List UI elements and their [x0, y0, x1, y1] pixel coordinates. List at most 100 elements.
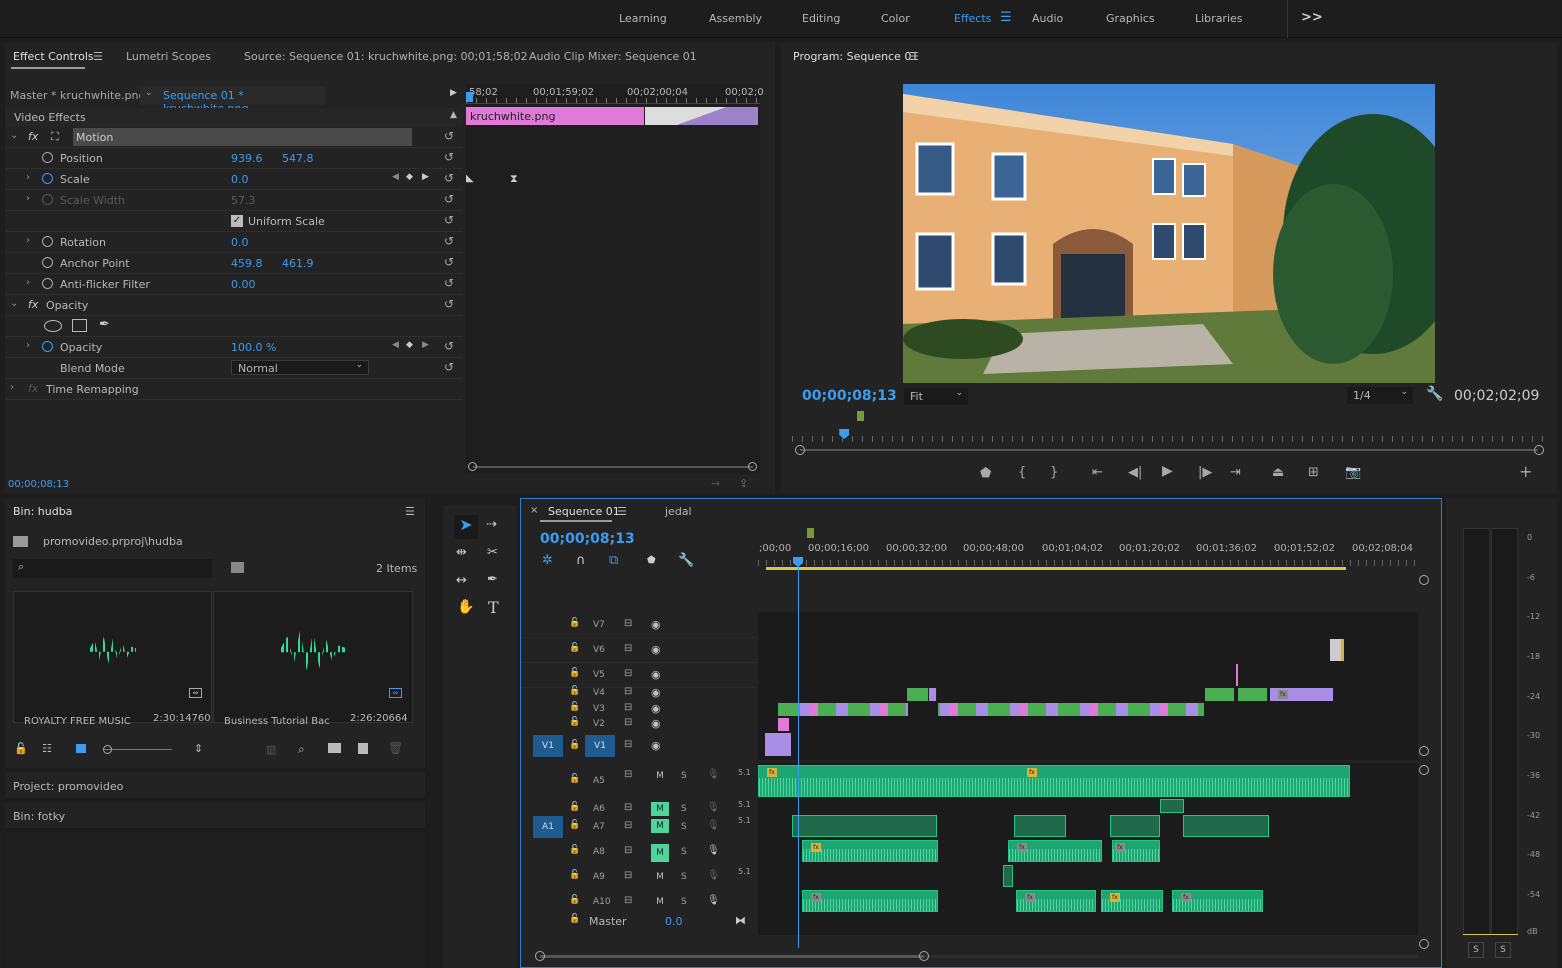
solo-button[interactable]: S [681, 872, 687, 882]
new-item-icon[interactable] [358, 743, 368, 754]
add-keyframe-icon[interactable]: ◆ [406, 340, 413, 350]
button-editor-plus-icon[interactable]: + [1519, 464, 1532, 480]
reset-icon[interactable]: ↺ [444, 276, 454, 290]
time-remapping-row[interactable]: › fx Time Remapping [6, 379, 462, 400]
sync-lock-icon[interactable]: ⊟ [624, 769, 632, 780]
source-patch-v1[interactable]: V1 [533, 735, 563, 757]
timeline-hscroll-thumb[interactable] [540, 955, 924, 958]
meter-solo-right-button[interactable]: S [1495, 942, 1511, 958]
sync-lock-icon[interactable]: ⊟ [624, 618, 632, 629]
track-header-v2[interactable]: 🔓 V2 ⊟ ◉ [521, 717, 757, 732]
anchor-y-value[interactable]: 461.9 [282, 257, 314, 270]
reset-icon[interactable]: ↺ [444, 192, 454, 206]
source-patch-a1[interactable]: A1 [533, 816, 563, 838]
eye-icon[interactable]: ◉ [651, 717, 661, 730]
go-to-end-icon[interactable]: ⧓ [735, 914, 746, 927]
go-to-out-icon[interactable]: ⇥ [1230, 466, 1241, 479]
reset-icon[interactable]: ↺ [444, 150, 454, 164]
solo-button[interactable]: S [681, 804, 687, 814]
export-icon[interactable]: ⇪ [739, 477, 748, 490]
selection-tool-icon[interactable]: ➤ [454, 515, 478, 539]
reset-icon[interactable]: ↺ [444, 171, 454, 185]
wrench-icon[interactable]: 🔧 [1426, 386, 1443, 402]
master-clip-label[interactable]: Master * kruchwhite.png [10, 89, 145, 102]
track-lock-icon[interactable]: 🔓 [569, 668, 580, 678]
type-tool-icon[interactable]: T [488, 598, 499, 617]
new-search-bin-icon[interactable] [231, 562, 244, 573]
timeline-hscroll-handle-right[interactable] [919, 951, 929, 961]
track-header-v1[interactable]: V1 🔓 V1 ⊟ ◉ [521, 733, 757, 759]
audio-clip[interactable]: fx [1172, 890, 1263, 912]
workspace-editing[interactable]: Editing [802, 12, 840, 25]
bin-title[interactable]: Bin: hudba [13, 505, 72, 518]
audio-clip[interactable] [792, 815, 937, 837]
track-header-a5[interactable]: 🔓 A5 ⊟ M S 🎙 5.1 [521, 766, 757, 798]
eye-icon[interactable]: ◉ [651, 702, 661, 715]
meter-solo-left-button[interactable]: S [1468, 942, 1484, 958]
fotky-bin-tab[interactable]: Bin: fotky [5, 802, 425, 830]
fx-icon[interactable]: fx [28, 298, 38, 311]
sync-lock-icon[interactable]: ⊟ [624, 845, 632, 856]
mic-icon[interactable]: 🎙 [707, 895, 720, 906]
opacity-group-row[interactable]: ⌄ fx Opacity ↺ [6, 295, 462, 316]
track-header-v6[interactable]: 🔓 V6 ⊟ ◉ [521, 639, 757, 663]
track-header-a10[interactable]: 🔓 A10 ⊟ M S 🎙 [521, 890, 757, 914]
ec-clip-bar[interactable]: kruchwhite.png [466, 107, 644, 125]
slip-tool-icon[interactable]: ↔ [456, 573, 467, 588]
disclosure-open-icon[interactable]: ⌄ [10, 130, 18, 141]
anti-flicker-value[interactable]: 0.00 [231, 278, 256, 291]
timeline-timecode[interactable]: 00;00;08;13 [540, 531, 635, 547]
export-frame-icon[interactable]: 📷 [1345, 466, 1361, 479]
anchor-x-value[interactable]: 459.8 [231, 257, 263, 270]
sync-lock-icon[interactable]: ⊟ [624, 895, 632, 906]
close-icon[interactable]: × [530, 505, 538, 516]
program-ruler[interactable] [792, 430, 1546, 442]
track-lock-icon[interactable]: 🔓 [569, 845, 580, 855]
fit-select[interactable]: Fit ⌄ [904, 388, 968, 405]
tab-audio-clip-mixer[interactable]: Audio Clip Mixer: Sequence 01 [529, 50, 697, 63]
audio-clip[interactable] [1183, 815, 1269, 837]
audio-clip[interactable]: fx [1008, 840, 1102, 862]
track-lock-icon[interactable]: 🔓 [569, 717, 580, 727]
track-lock-icon[interactable]: 🔓 [569, 740, 580, 750]
sync-lock-icon[interactable]: ⊟ [624, 870, 632, 881]
program-timecode[interactable]: 00;00;08;13 [802, 388, 897, 404]
workspace-graphics[interactable]: Graphics [1106, 12, 1155, 25]
ec-playhead-marker[interactable] [466, 92, 473, 102]
timeline-hscroll-handle-left[interactable] [535, 951, 545, 961]
track-header-a7[interactable]: A1 🔓 A7 ⊟ M S 🎙 5.1 [521, 814, 757, 838]
tab-effect-controls[interactable]: Effect Controls [13, 50, 94, 63]
zoom-slider-handle[interactable] [103, 745, 112, 754]
reset-icon[interactable]: ↺ [444, 129, 454, 143]
track-target-v1[interactable]: V1 [585, 735, 615, 757]
pen-tool-icon[interactable]: ✒ [487, 572, 498, 587]
more-workspaces-icon[interactable]: >> [1301, 10, 1323, 25]
track-lock-icon[interactable]: 🔓 [569, 702, 580, 712]
prev-keyframe-icon[interactable]: ◀ [392, 340, 399, 350]
automate-icon[interactable]: ▥ [266, 743, 276, 756]
snap-icon[interactable]: ∩ [576, 553, 586, 568]
ellipse-mask-icon[interactable] [44, 320, 62, 332]
bin-search-input[interactable]: ⌕ [13, 559, 212, 578]
audio-scroll-handle-bottom[interactable] [1419, 939, 1429, 949]
sort-icon[interactable]: ⇕ [194, 742, 203, 755]
panel-menu-icon[interactable]: ☰ [909, 50, 919, 63]
track-lock-icon[interactable]: 🔓 [569, 686, 580, 696]
opacity-value[interactable]: 100.0 % [231, 341, 276, 354]
audio-clip[interactable]: fx [802, 890, 938, 912]
project-panel-tab[interactable]: Project: promovideo [5, 772, 425, 800]
add-marker-icon[interactable]: ⬟ [647, 555, 656, 566]
workspace-assembly[interactable]: Assembly [709, 12, 762, 25]
sync-lock-icon[interactable]: ⊟ [624, 702, 632, 713]
step-back-icon[interactable]: ◀| [1128, 466, 1142, 479]
pen-mask-icon[interactable]: ✒ [99, 317, 110, 332]
audio-clip[interactable]: fx [1112, 840, 1160, 862]
find-icon[interactable]: ⌕ [298, 742, 305, 757]
workspace-color[interactable]: Color [881, 12, 910, 25]
disclosure-closed-icon[interactable]: › [10, 382, 14, 393]
track-header-v7[interactable]: 🔓 V7 ⊟ ◉ [521, 614, 757, 638]
sync-lock-icon[interactable]: ⊟ [624, 686, 632, 697]
track-lock-icon[interactable]: 🔓 [569, 802, 580, 812]
prev-keyframe-icon[interactable]: ◀ [392, 172, 399, 182]
sync-lock-icon[interactable]: ⊟ [624, 739, 632, 750]
